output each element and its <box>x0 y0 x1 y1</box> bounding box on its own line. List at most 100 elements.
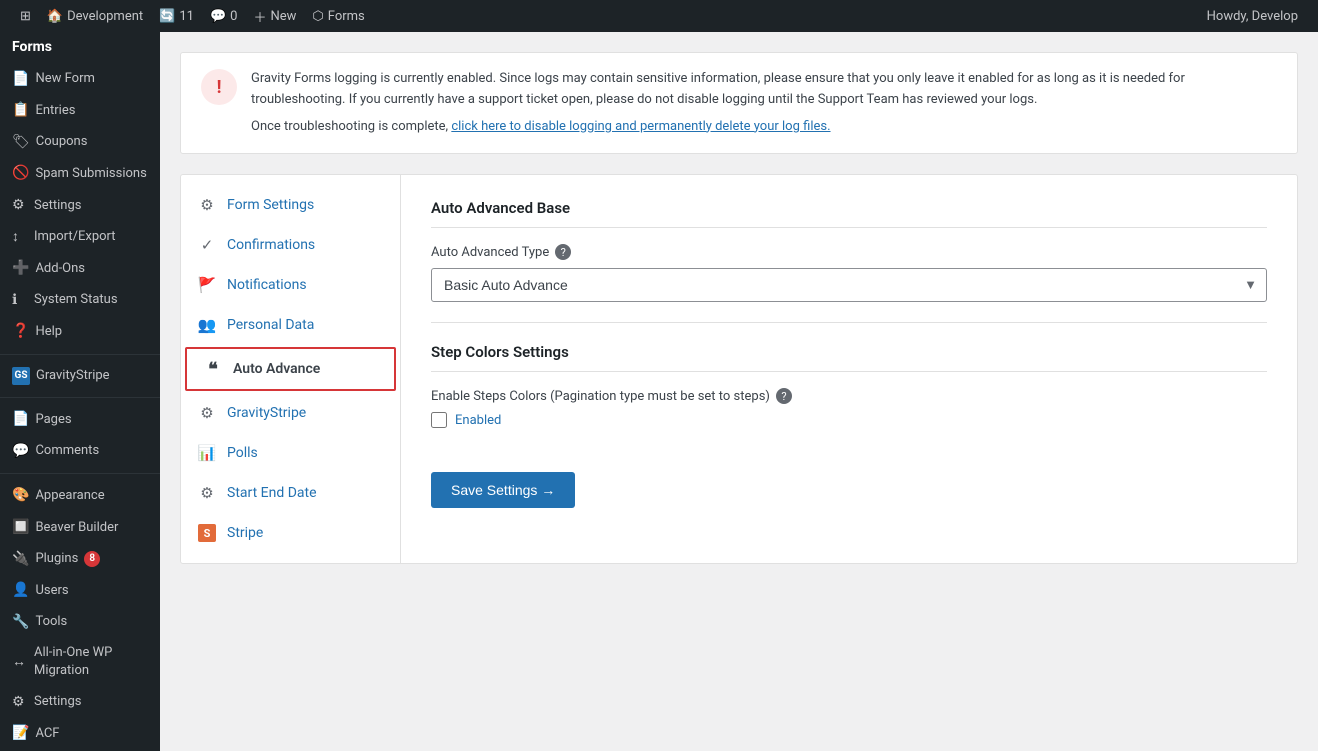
save-settings-button[interactable]: Save Settings → <box>431 472 575 508</box>
alert-text: Gravity Forms logging is currently enabl… <box>251 69 1277 137</box>
users-icon: 👤 <box>12 581 29 601</box>
gravitystripe-icon: GS <box>12 367 30 385</box>
nav-item-gravitystripe[interactable]: ⚙ GravityStripe <box>181 393 400 433</box>
plus-icon: ＋ <box>253 7 266 26</box>
sidebar-item-settings[interactable]: ⚙ Settings <box>0 190 160 222</box>
sidebar-item-help[interactable]: ❓ Help <box>0 316 160 348</box>
sidebar-item-appearance[interactable]: 🎨 Appearance <box>0 480 160 512</box>
sidebar-item-wp-settings[interactable]: ⚙ Settings <box>0 687 160 719</box>
confirmations-icon: ✓ <box>197 235 217 255</box>
sidebar-divider-1 <box>0 354 160 355</box>
updates-item[interactable]: 🔄 11 <box>151 0 202 32</box>
sidebar-item-addons[interactable]: ➕ Add-Ons <box>0 253 160 285</box>
wp-icon: ⊞ <box>20 9 31 24</box>
new-form-icon: 📄 <box>12 70 29 90</box>
personal-data-icon: 👥 <box>197 315 217 335</box>
type-help-icon[interactable]: ? <box>555 244 571 260</box>
nav-item-polls[interactable]: 📊 Polls <box>181 433 400 473</box>
site-name[interactable]: 🏠 Development <box>39 0 151 32</box>
nav-gravitystripe-icon: ⚙ <box>197 403 217 423</box>
entries-icon: 📋 <box>12 101 29 121</box>
type-field-row: Auto Advanced Type ? Basic Auto AdvanceA… <box>431 244 1267 302</box>
forms-plugin-icon: ⬡ <box>312 9 323 24</box>
nav-item-personal-data[interactable]: 👥 Personal Data <box>181 305 400 345</box>
type-select[interactable]: Basic Auto AdvanceAdvanced <box>431 268 1267 302</box>
sidebar-item-system-status[interactable]: ℹ System Status <box>0 285 160 317</box>
wp-logo[interactable]: ⊞ <box>12 0 39 32</box>
plugins-badge: 8 <box>84 551 100 567</box>
beaver-builder-icon: 🔲 <box>12 518 29 538</box>
site-home-icon: 🏠 <box>47 9 63 24</box>
admin-bar: ⊞ 🏠 Development 🔄 11 💬 0 ＋ New ⬡ Forms H… <box>0 0 1318 32</box>
main-content: ! Gravity Forms logging is currently ena… <box>160 32 1318 751</box>
sidebar: Forms 📄 New Form 📋 Entries 🏷 Coupons 🚫 S… <box>0 32 160 751</box>
spam-icon: 🚫 <box>12 164 29 184</box>
nav-item-stripe[interactable]: S Stripe <box>181 513 400 553</box>
auto-advance-icon: ❝ <box>203 359 223 379</box>
acf-icon: 📝 <box>12 724 29 744</box>
colors-field-row: Enable Steps Colors (Pagination type mus… <box>431 388 1267 428</box>
enabled-checkbox-row: Enabled <box>431 412 1267 428</box>
wp-settings-icon: ⚙ <box>12 693 28 713</box>
sidebar-item-new-form[interactable]: 📄 New Form <box>0 64 160 96</box>
enabled-checkbox[interactable] <box>431 412 447 428</box>
sidebar-item-spam[interactable]: 🚫 Spam Submissions <box>0 158 160 190</box>
sidebar-item-gravitystripe[interactable]: GS GravityStripe <box>0 361 160 391</box>
sidebar-item-plugins[interactable]: 🔌 Plugins 8 <box>0 544 160 576</box>
comments-item[interactable]: 💬 0 <box>202 0 246 32</box>
alert-icon: ! <box>201 69 237 105</box>
nav-item-form-settings[interactable]: ⚙ Form Settings <box>181 185 400 225</box>
sidebar-item-all-in-one[interactable]: ↔ All-in-One WP Migration <box>0 638 160 686</box>
sidebar-item-tools[interactable]: 🔧 Tools <box>0 607 160 639</box>
settings-panel: Auto Advanced Base Auto Advanced Type ? … <box>401 175 1297 563</box>
sidebar-item-beaver-builder[interactable]: 🔲 Beaver Builder <box>0 512 160 544</box>
colors-field-label: Enable Steps Colors (Pagination type mus… <box>431 388 1267 404</box>
addons-icon: ➕ <box>12 259 29 279</box>
tools-icon: 🔧 <box>12 613 29 633</box>
disable-logging-link[interactable]: click here to disable logging and perman… <box>451 119 830 134</box>
comments-sidebar-icon: 💬 <box>12 442 29 462</box>
pages-icon: 📄 <box>12 410 29 430</box>
forms-plugin-item[interactable]: ⬡ Forms <box>304 0 372 32</box>
notifications-icon: 🚩 <box>197 275 217 295</box>
updates-icon: 🔄 <box>159 9 175 24</box>
sidebar-item-acf[interactable]: 📝 ACF <box>0 718 160 750</box>
user-greeting[interactable]: Howdy, Develop <box>1199 0 1306 32</box>
sidebar-forms-heading: Forms <box>0 32 160 64</box>
stripe-icon: S <box>197 523 217 543</box>
base-section-title: Auto Advanced Base <box>431 199 1267 228</box>
new-content-item[interactable]: ＋ New <box>245 0 304 32</box>
sidebar-item-pages[interactable]: 📄 Pages <box>0 404 160 436</box>
start-end-date-icon: ⚙ <box>197 483 217 503</box>
help-icon: ❓ <box>12 322 29 342</box>
colors-section-title: Step Colors Settings <box>431 343 1267 372</box>
sidebar-item-users[interactable]: 👤 Users <box>0 575 160 607</box>
nav-item-start-end-date[interactable]: ⚙ Start End Date <box>181 473 400 513</box>
sidebar-item-coupons[interactable]: 🏷 Coupons <box>0 127 160 159</box>
import-export-icon: ↕ <box>12 228 28 248</box>
comments-icon: 💬 <box>210 9 226 24</box>
nav-item-auto-advance[interactable]: ❝ Auto Advance <box>185 347 396 391</box>
settings-nav: ⚙ Form Settings ✓ Confirmations 🚩 Notifi… <box>181 175 401 563</box>
sidebar-divider-3 <box>0 473 160 474</box>
enabled-label[interactable]: Enabled <box>455 413 501 428</box>
sidebar-item-import-export[interactable]: ↕ Import/Export <box>0 222 160 254</box>
appearance-icon: 🎨 <box>12 486 29 506</box>
section-separator <box>431 322 1267 323</box>
type-select-wrapper: Basic Auto AdvanceAdvanced ▼ <box>431 268 1267 302</box>
sidebar-item-comments[interactable]: 💬 Comments <box>0 436 160 468</box>
coupons-icon: 🏷 <box>12 133 30 153</box>
colors-help-icon[interactable]: ? <box>776 388 792 404</box>
settings-icon: ⚙ <box>12 196 28 216</box>
plugins-icon: 🔌 <box>12 550 29 570</box>
sidebar-item-entries[interactable]: 📋 Entries <box>0 95 160 127</box>
form-settings-icon: ⚙ <box>197 195 217 215</box>
sidebar-divider-2 <box>0 397 160 398</box>
nav-item-confirmations[interactable]: ✓ Confirmations <box>181 225 400 265</box>
system-status-icon: ℹ <box>12 291 28 311</box>
settings-area: ⚙ Form Settings ✓ Confirmations 🚩 Notifi… <box>180 174 1298 564</box>
all-in-one-icon: ↔ <box>12 653 28 673</box>
nav-item-notifications[interactable]: 🚩 Notifications <box>181 265 400 305</box>
polls-icon: 📊 <box>197 443 217 463</box>
alert-banner: ! Gravity Forms logging is currently ena… <box>180 52 1298 154</box>
